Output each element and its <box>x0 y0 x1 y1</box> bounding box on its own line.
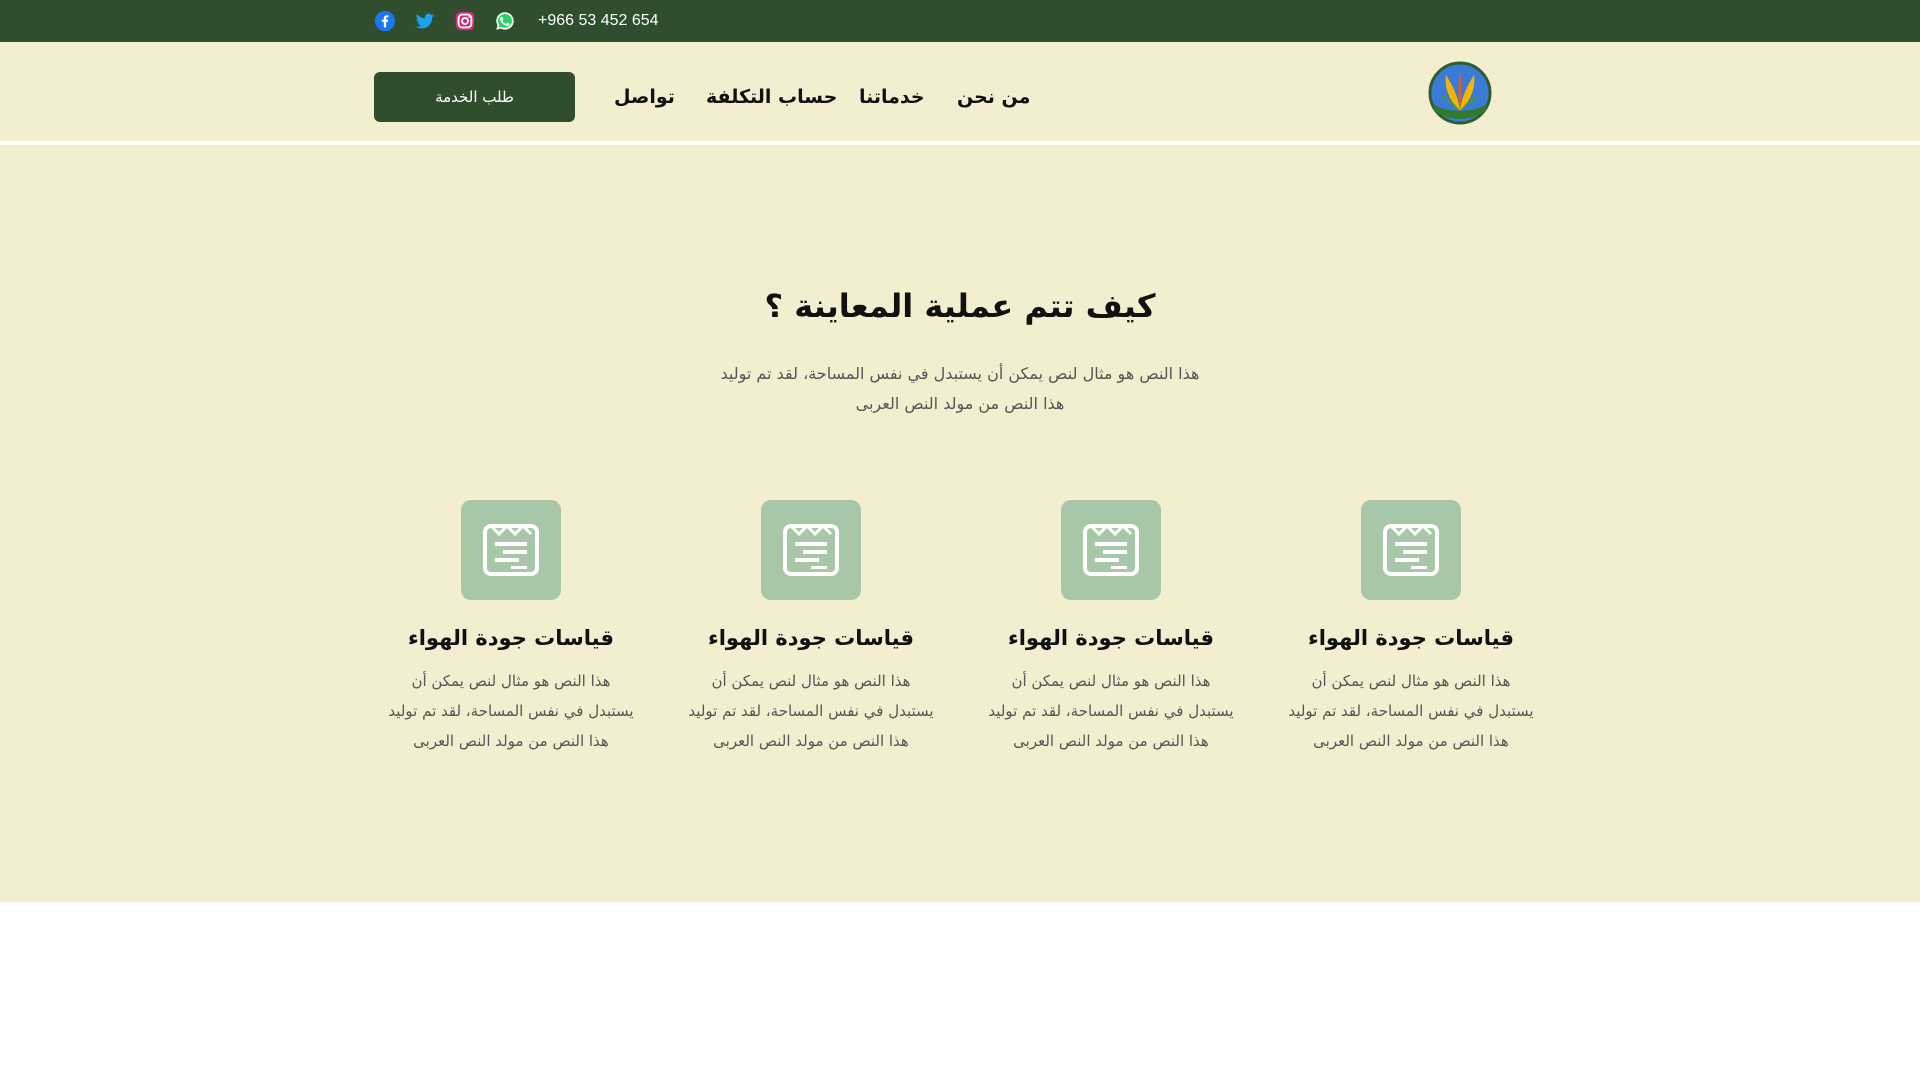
request-service-button[interactable]: طلب الخدمة <box>374 72 575 122</box>
nav-item-contact[interactable]: تواصل <box>614 86 675 108</box>
card-text-line: هذا النص هو مثال لنص يمكن أن <box>411 672 611 690</box>
logo-icon[interactable] <box>1428 61 1492 125</box>
facebook-icon[interactable] <box>374 10 396 32</box>
card-text-line: يستبدل في نفس المساحة، لقد تم توليد <box>988 702 1234 720</box>
intro-line: هذا النص هو مثال لنص يمكن أن يستبدل في ن… <box>720 364 1200 383</box>
card-text-line: هذا النص هو مثال لنص يمكن أن <box>1011 672 1211 690</box>
top-bar-contacts: +966 53 452 654 <box>374 0 659 42</box>
whatsapp-icon[interactable] <box>494 10 516 32</box>
section-title: كيف تتم عملية المعاينة ؟ <box>764 287 1156 325</box>
process-card: قياسات جودة الهواء هذا النص هو مثال لنص … <box>1276 500 1546 756</box>
card-title: قياسات جودة الهواء <box>708 626 914 650</box>
card-text-line: هذا النص من مولد النص العربى <box>413 732 609 750</box>
site-header: طلب الخدمة تواصل حساب التكلفة خدماتنا من… <box>0 42 1920 143</box>
card-text: هذا النص هو مثال لنص يمكن أن يستبدل في ن… <box>376 666 646 756</box>
card-text: هذا النص هو مثال لنص يمكن أن يستبدل في ن… <box>976 666 1246 756</box>
nav-item-about[interactable]: من نحن <box>957 86 1030 108</box>
document-icon <box>761 500 861 600</box>
document-icon <box>461 500 561 600</box>
card-title: قياسات جودة الهواء <box>1308 626 1514 650</box>
card-text-line: هذا النص هو مثال لنص يمكن أن <box>711 672 911 690</box>
document-icon <box>1361 500 1461 600</box>
card-text-line: هذا النص من مولد النص العربى <box>1013 732 1209 750</box>
card-text-line: هذا النص هو مثال لنص يمكن أن <box>1311 672 1511 690</box>
instagram-icon[interactable] <box>454 10 476 32</box>
card-text-line: يستبدل في نفس المساحة، لقد تم توليد <box>388 702 634 720</box>
twitter-icon[interactable] <box>414 10 436 32</box>
card-text-line: يستبدل في نفس المساحة، لقد تم توليد <box>688 702 934 720</box>
top-bar: +966 53 452 654 <box>0 0 1920 42</box>
card-text-line: يستبدل في نفس المساحة، لقد تم توليد <box>1288 702 1534 720</box>
card-text: هذا النص هو مثال لنص يمكن أن يستبدل في ن… <box>1276 666 1546 756</box>
card-text-line: هذا النص من مولد النص العربى <box>713 732 909 750</box>
process-card: قياسات جودة الهواء هذا النص هو مثال لنص … <box>976 500 1246 756</box>
card-text: هذا النص هو مثال لنص يمكن أن يستبدل في ن… <box>676 666 946 756</box>
card-title: قياسات جودة الهواء <box>408 626 614 650</box>
inspection-process-section: كيف تتم عملية المعاينة ؟ هذا النص هو مثا… <box>0 145 1920 902</box>
phone-number[interactable]: +966 53 452 654 <box>538 12 659 30</box>
nav-item-services[interactable]: خدماتنا <box>859 86 925 108</box>
process-card: قياسات جودة الهواء هذا النص هو مثال لنص … <box>676 500 946 756</box>
document-icon <box>1061 500 1161 600</box>
card-text-line: هذا النص من مولد النص العربى <box>1313 732 1509 750</box>
nav-item-cost-calculator[interactable]: حساب التكلفة <box>706 86 837 108</box>
intro-line: هذا النص من مولد النص العربى <box>855 394 1065 413</box>
card-title: قياسات جودة الهواء <box>1008 626 1214 650</box>
section-intro: هذا النص هو مثال لنص يمكن أن يستبدل في ن… <box>660 359 1260 419</box>
process-card: قياسات جودة الهواء هذا النص هو مثال لنص … <box>376 500 646 756</box>
